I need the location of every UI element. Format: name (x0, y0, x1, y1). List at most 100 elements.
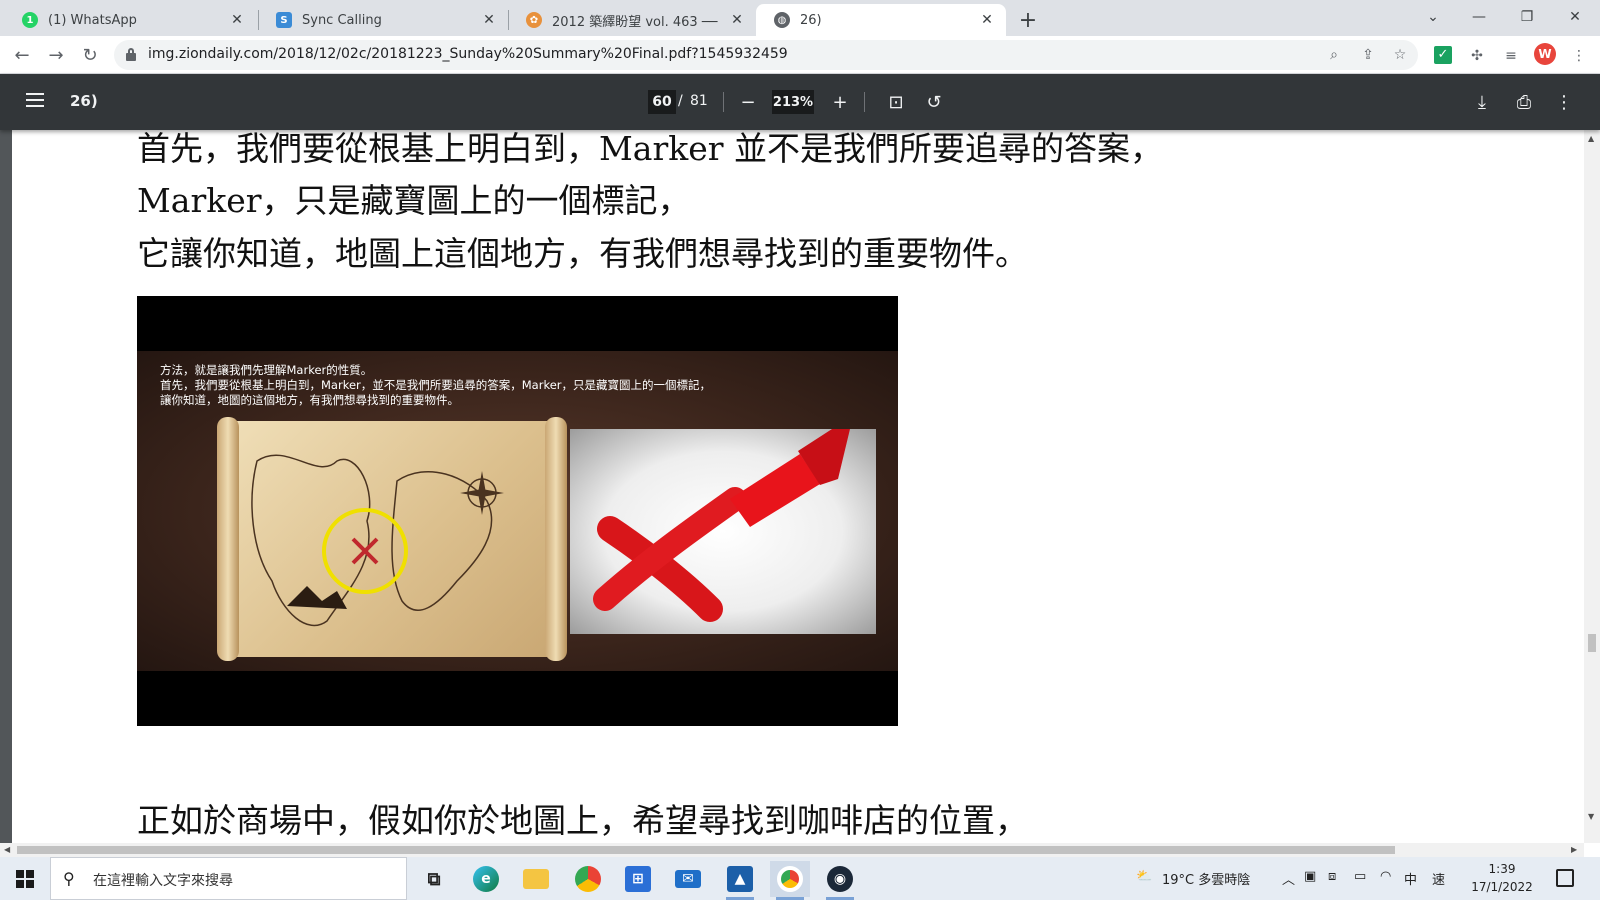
browser-menu-icon[interactable]: ⋮ (1568, 45, 1590, 67)
reading-list-icon[interactable]: ≡ (1500, 45, 1522, 67)
weather-icon[interactable]: ⛅ (1136, 869, 1152, 884)
chrome-icon[interactable] (770, 861, 810, 900)
pdf-document-title: 26) (70, 92, 98, 110)
search-icon: ⚲ (63, 869, 75, 888)
pdf-toolbar: 26) 60 / 81 − 213% + ⊡ ↺ ⤓ ⎙ ⋮ (0, 74, 1600, 130)
windows-start-icon[interactable] (16, 870, 34, 888)
map-drawing (251, 454, 504, 627)
paragraph-line: 它讓你知道，地圖上這個地方，有我們想尋找到的重要物件。 (137, 234, 1028, 273)
close-tab-icon[interactable]: ✕ (228, 11, 246, 29)
pdf-page: 首先，我們要從根基上明白到，Marker 並不是我們所要追尋的答案， Marke… (12, 130, 1584, 843)
tab-title: 26) (800, 12, 822, 28)
close-window-button[interactable]: ✕ (1552, 0, 1598, 34)
pdf-more-icon[interactable]: ⋮ (1552, 90, 1576, 114)
url-text[interactable]: img.ziondaily.com/2018/12/02c/20181223_S… (148, 46, 788, 62)
file-explorer-icon[interactable] (516, 861, 556, 897)
profile-avatar[interactable]: W (1534, 43, 1556, 65)
close-tab-icon[interactable]: ✕ (728, 11, 746, 29)
tab-whatsapp[interactable]: 1 (1) WhatsApp ✕ (4, 4, 256, 36)
pdf-menu-icon[interactable] (26, 93, 44, 107)
slide-caption-line: 首先，我們要從根基上明白到，Marker，並不是我們所要追尋的答案，Marker… (160, 378, 711, 392)
scroll-down-icon[interactable]: ▼ (1588, 812, 1594, 821)
clock-time: 1:39 (1488, 862, 1516, 876)
ime-mode[interactable]: 速 (1432, 869, 1445, 888)
toolbar-divider (864, 92, 865, 112)
zoom-icon[interactable]: ⌕ (1324, 45, 1344, 65)
tab-sync-calling[interactable]: S Sync Calling ✕ (258, 4, 508, 36)
close-tab-icon[interactable]: ✕ (480, 11, 498, 29)
mountain-icon (287, 586, 347, 609)
battery-icon[interactable]: ▭ (1354, 869, 1366, 884)
meet-now-icon[interactable]: ▣ (1304, 869, 1316, 884)
horizontal-scroll-thumb[interactable] (17, 846, 1395, 854)
lock-icon[interactable] (126, 48, 136, 61)
fit-to-page-icon[interactable]: ⊡ (884, 90, 908, 114)
globe-icon: ◍ (774, 12, 790, 28)
display-icon[interactable]: ⧈ (1328, 869, 1336, 884)
address-bar[interactable]: img.ziondaily.com/2018/12/02c/20181223_S… (114, 40, 1418, 70)
task-view-icon[interactable]: ⧉ (414, 861, 454, 897)
mail-icon[interactable]: ✉ (668, 861, 708, 897)
tab-article[interactable]: ✿ 2012 築繹盼望 vol. 463 ──「星 ✕ (508, 4, 756, 36)
search-placeholder: 在這裡輸入文字來搜尋 (93, 873, 233, 889)
forward-button[interactable]: → (44, 43, 68, 67)
horizontal-scrollbar[interactable]: ◀ ▶ (0, 843, 1584, 857)
weather-text[interactable]: 19°C 多雲時陰 (1162, 869, 1250, 888)
taskbar-clock[interactable]: 1:39 17/1/2022 (1462, 860, 1542, 896)
scroll-right-icon[interactable]: ▶ (1571, 845, 1577, 854)
paragraph-line: Marker，只是藏寶圖上的一個標記， (137, 181, 691, 220)
vertical-scroll-thumb[interactable] (1588, 634, 1596, 652)
toolbar-divider (723, 92, 724, 112)
page-number-input[interactable]: 60 (648, 90, 676, 114)
store-icon[interactable]: ⊞ (618, 861, 658, 897)
paragraph-line: 首先，我們要從根基上明白到，Marker 並不是我們所要追尋的答案， (137, 130, 1164, 168)
page-separator: / (678, 93, 683, 109)
sync-icon: S (276, 12, 292, 28)
taskbar-search-box[interactable]: ⚲ 在這裡輸入文字來搜尋 (50, 857, 407, 900)
reload-button[interactable]: ↻ (78, 43, 102, 67)
clock-date: 17/1/2022 (1471, 880, 1533, 894)
vertical-scrollbar[interactable]: ▲ ▼ (1584, 130, 1600, 843)
restore-button[interactable]: ❐ (1504, 0, 1550, 34)
chrome-canary-icon[interactable] (568, 861, 608, 897)
wifi-icon[interactable]: ◠ (1380, 869, 1391, 884)
extension-check-icon[interactable]: ✓ (1432, 44, 1454, 66)
close-tab-icon[interactable]: ✕ (978, 11, 996, 29)
slide-caption: 方法，就是讓我們先理解Marker的性質。 首先，我們要從根基上明白到，Mark… (160, 363, 711, 408)
red-marker-drawing (593, 429, 850, 622)
zoom-in-button[interactable]: + (828, 90, 852, 114)
tab-title: 2012 築繹盼望 vol. 463 ──「星 (552, 14, 722, 30)
zoom-level-input[interactable]: 213% (772, 90, 814, 114)
notification-icon[interactable] (1556, 869, 1574, 887)
rotate-icon[interactable]: ↺ (922, 90, 946, 114)
edge-icon[interactable]: e (466, 861, 506, 897)
browser-toolbar: ← → ↻ img.ziondaily.com/2018/12/02c/2018… (0, 36, 1600, 74)
paragraph-line: 正如於商場中，假如你於地圖上，希望尋找到咖啡店的位置， (137, 801, 1028, 840)
treasure-map-image (217, 417, 567, 661)
extensions-puzzle-icon[interactable]: ✣ (1466, 45, 1488, 67)
scroll-left-icon[interactable]: ◀ (4, 845, 10, 854)
zoom-out-button[interactable]: − (736, 90, 760, 114)
scroll-up-icon[interactable]: ▲ (1588, 134, 1594, 143)
tab-title: (1) WhatsApp (48, 12, 137, 28)
page-total: 81 (690, 93, 708, 109)
windows-taskbar: ⚲ 在這裡輸入文字來搜尋 ⧉ e ⊞ ✉ ▲ ◉ ⛅ 19°C 多雲時陰 ︿ ▣… (0, 857, 1600, 900)
tab-pdf-active[interactable]: ◍ 26) ✕ (756, 4, 1006, 36)
photos-icon[interactable]: ▲ (720, 861, 760, 900)
back-button[interactable]: ← (10, 43, 34, 67)
red-x-marker-photo (570, 429, 876, 634)
download-icon[interactable]: ⤓ (1470, 90, 1494, 114)
slide-caption-line: 方法，就是讓我們先理解Marker的性質。 (160, 363, 373, 377)
tab-search-icon[interactable]: ⌄ (1410, 0, 1456, 34)
slide-background: 方法，就是讓我們先理解Marker的性質。 首先，我們要從根基上明白到，Mark… (137, 351, 898, 671)
print-icon[interactable]: ⎙ (1512, 90, 1536, 114)
pdf-viewport[interactable]: 首先，我們要從根基上明白到，Marker 並不是我們所要追尋的答案， Marke… (0, 130, 1584, 843)
bookmark-star-icon[interactable]: ☆ (1390, 45, 1410, 65)
share-icon[interactable]: ⇪ (1358, 45, 1378, 65)
tab-strip: 1 (1) WhatsApp ✕ S Sync Calling ✕ ✿ 2012… (0, 0, 1600, 36)
steam-icon[interactable]: ◉ (820, 861, 860, 900)
ime-language[interactable]: 中 (1404, 869, 1417, 888)
minimize-button[interactable]: — (1456, 0, 1502, 34)
new-tab-button[interactable]: + (1014, 6, 1042, 34)
show-hidden-icons[interactable]: ︿ (1282, 869, 1295, 888)
